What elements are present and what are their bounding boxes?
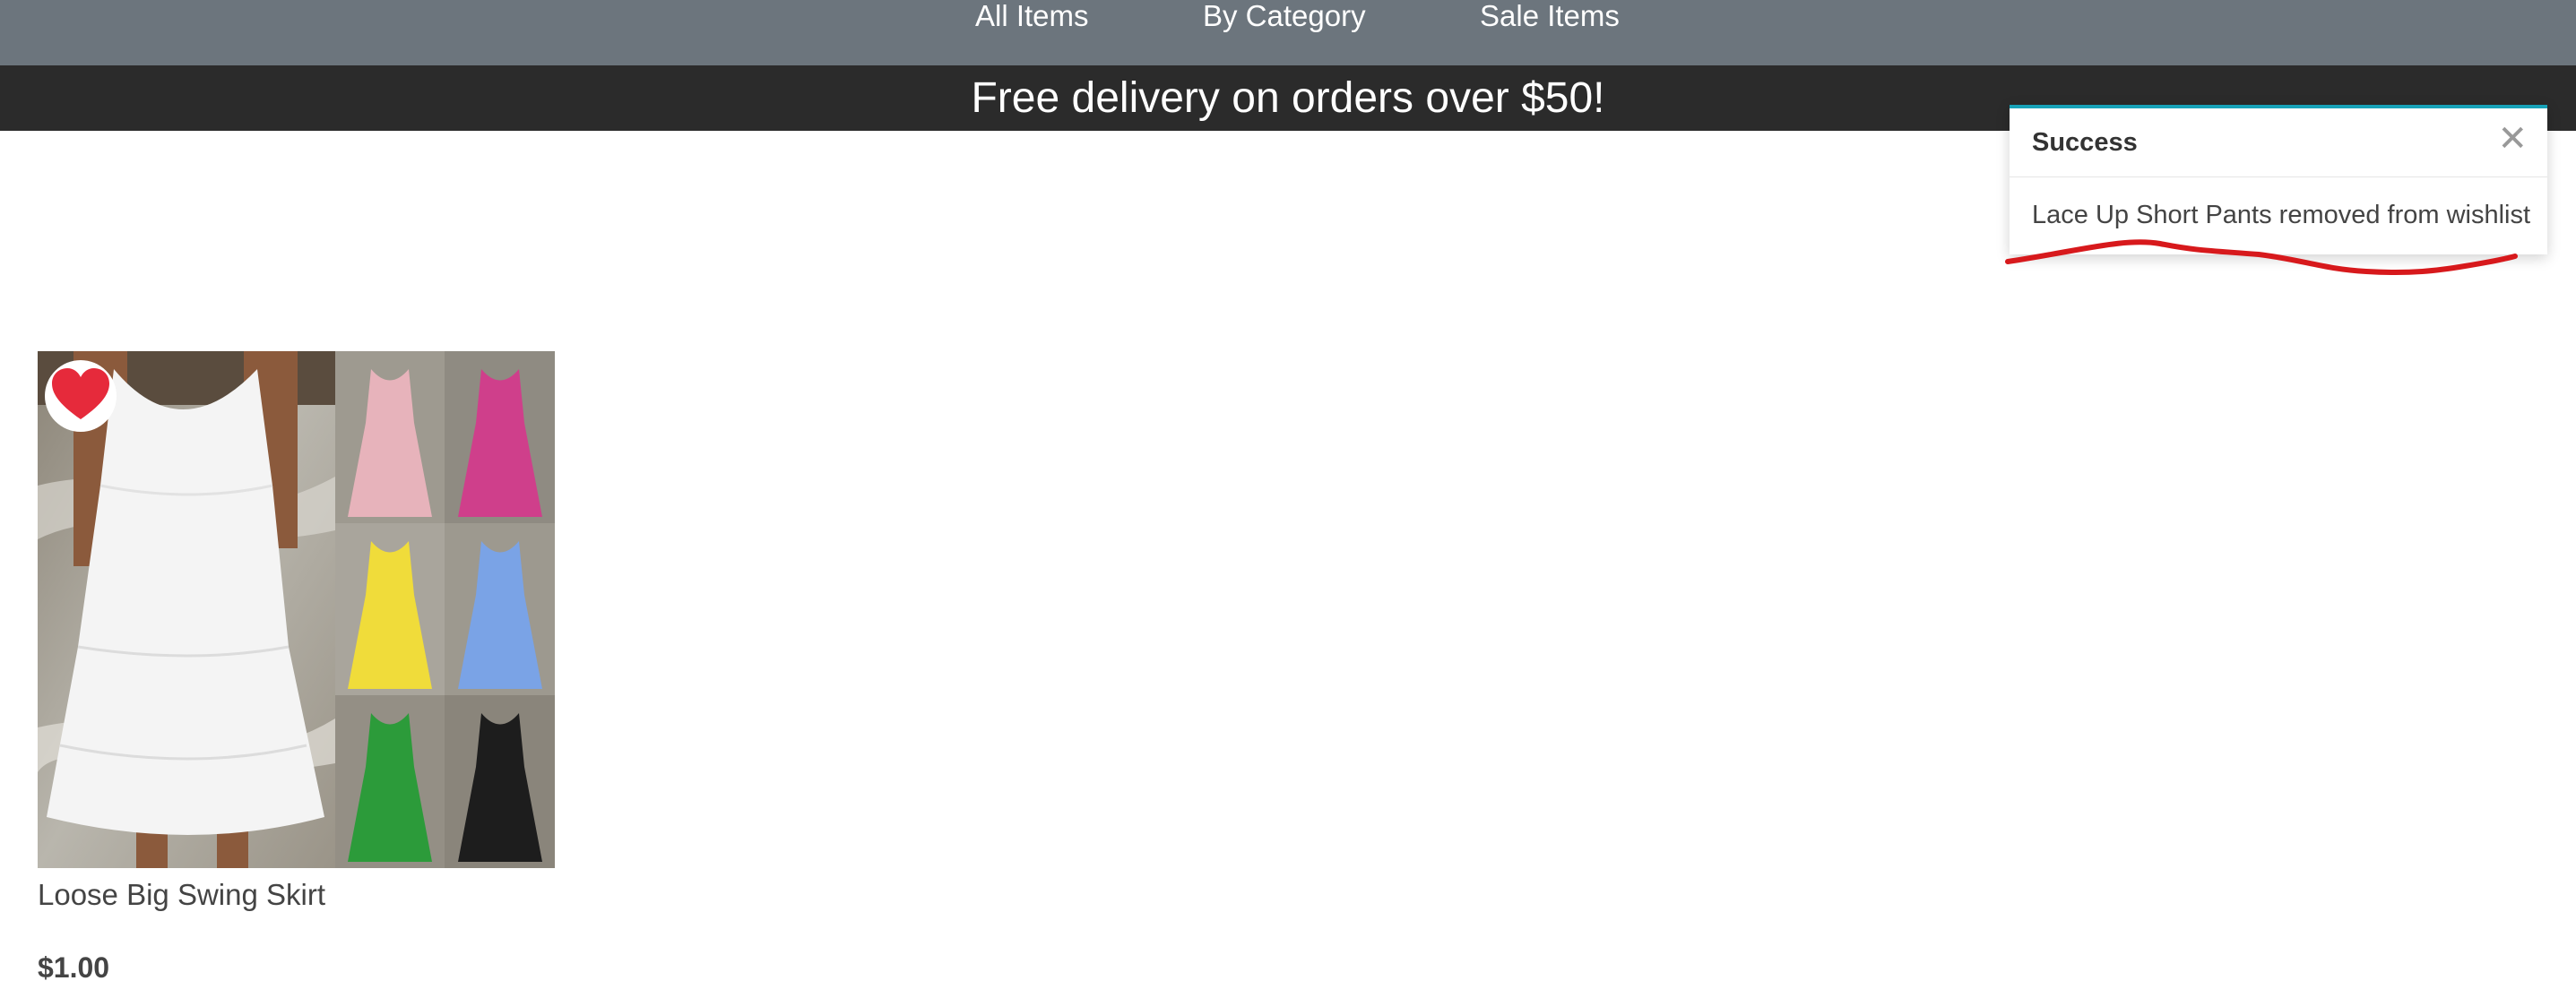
success-toast: Success ✕ Lace Up Short Pants removed fr… (2010, 105, 2547, 254)
toast-header: Success ✕ (2010, 108, 2547, 177)
nav-sale-items[interactable]: Sale Items (1480, 0, 1620, 32)
nav-all-items[interactable]: All Items (975, 0, 1089, 32)
toast-message: Lace Up Short Pants removed from wishlis… (2032, 201, 2531, 229)
product-price: $1.00 (38, 951, 110, 984)
product-image[interactable] (38, 351, 555, 868)
close-icon[interactable]: ✕ (2497, 121, 2528, 157)
toast-title: Success (2032, 128, 2138, 157)
promo-banner-text: Free delivery on orders over $50! (971, 74, 1605, 122)
top-navigation: All Items By Category Sale Items (0, 0, 2576, 65)
wishlist-toggle-button[interactable] (45, 360, 117, 432)
product-name[interactable]: Loose Big Swing Skirt (38, 878, 325, 912)
nav-by-category[interactable]: By Category (1203, 0, 1366, 32)
heart-icon (52, 368, 109, 419)
